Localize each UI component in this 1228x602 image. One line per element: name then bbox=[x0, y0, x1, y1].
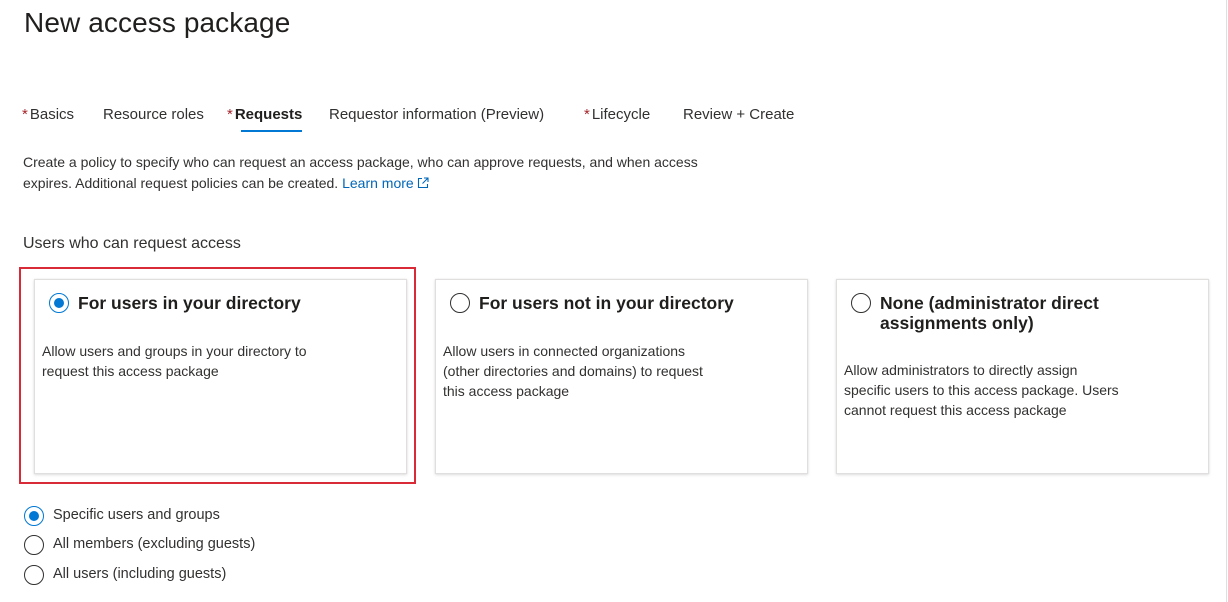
tab-requestor-information[interactable]: Requestor information (Preview) bbox=[329, 106, 544, 134]
card-desc-line: Allow users in connected organizations bbox=[443, 343, 686, 359]
radio-users-not-in-directory[interactable] bbox=[450, 293, 470, 313]
tab-label: Basics bbox=[29, 106, 75, 123]
tab-lifecycle[interactable]: * Lifecycle bbox=[584, 106, 650, 134]
card-title: None (administrator direct assignments o… bbox=[880, 293, 1190, 333]
tab-label: Resource roles bbox=[103, 106, 204, 123]
learn-more-link[interactable]: Learn more bbox=[342, 175, 429, 191]
description-line-1: Create a policy to specify who can reque… bbox=[23, 154, 698, 170]
card-title-line: None (administrator direct bbox=[880, 293, 1099, 313]
card-users-not-in-directory[interactable]: For users not in your directory Allow us… bbox=[435, 279, 808, 474]
card-users-in-directory[interactable]: For users in your directory Allow users … bbox=[34, 279, 407, 474]
page: New access package * Basics Resource role… bbox=[0, 0, 1228, 602]
card-title: For users not in your directory bbox=[479, 293, 734, 313]
radio-users-in-directory[interactable] bbox=[49, 293, 69, 313]
required-marker: * bbox=[22, 106, 28, 123]
tab-basics[interactable]: * Basics bbox=[22, 106, 74, 134]
card-desc-line: request this access package bbox=[42, 363, 219, 379]
external-link-icon bbox=[417, 174, 429, 195]
radio-none-admin-assignments[interactable] bbox=[851, 293, 871, 313]
card-desc-line: specific users to this access package. U… bbox=[844, 382, 1119, 398]
tab-label: Lifecycle bbox=[591, 106, 651, 123]
active-tab-indicator bbox=[241, 130, 303, 132]
radio-all-users[interactable] bbox=[24, 565, 44, 585]
option-label: Specific users and groups bbox=[53, 507, 220, 523]
tab-label: Requests bbox=[234, 106, 303, 123]
option-label: All users (including guests) bbox=[53, 566, 227, 582]
card-description: Allow users and groups in your directory… bbox=[42, 341, 342, 381]
card-desc-line: cannot request this access package bbox=[844, 402, 1067, 418]
panel-edge bbox=[1226, 0, 1227, 602]
tab-resource-roles[interactable]: Resource roles bbox=[103, 106, 204, 134]
card-title: For users in your directory bbox=[78, 293, 301, 313]
card-title-line: assignments only) bbox=[880, 313, 1034, 333]
required-marker: * bbox=[227, 106, 233, 123]
description-line-2: expires. Additional request policies can… bbox=[23, 175, 339, 191]
card-description: Allow administrators to directly assign … bbox=[844, 360, 1144, 420]
description-line-2-wrap: expires. Additional request policies can… bbox=[23, 173, 763, 195]
section-heading: Users who can request access bbox=[23, 235, 241, 252]
card-desc-line: this access package bbox=[443, 383, 570, 399]
card-desc-line: (other directories and domains) to reque… bbox=[443, 363, 703, 379]
card-description: Allow users in connected organizations (… bbox=[443, 341, 743, 401]
tab-review-create[interactable]: Review + Create bbox=[683, 106, 794, 134]
card-desc-line: Allow administrators to directly assign bbox=[844, 362, 1078, 378]
learn-more-label: Learn more bbox=[342, 175, 414, 191]
option-label: All members (excluding guests) bbox=[53, 536, 256, 552]
required-marker: * bbox=[584, 106, 590, 123]
tab-requests[interactable]: * Requests bbox=[227, 106, 303, 134]
radio-specific-users-and-groups[interactable] bbox=[24, 506, 44, 526]
card-none-admin-assignments[interactable]: None (administrator direct assignments o… bbox=[836, 279, 1209, 474]
tab-label: Review + Create bbox=[683, 106, 795, 123]
page-title: New access package bbox=[24, 7, 291, 38]
radio-all-members[interactable] bbox=[24, 535, 44, 555]
card-desc-line: Allow users and groups in your directory… bbox=[42, 343, 307, 359]
policy-description: Create a policy to specify who can reque… bbox=[23, 152, 763, 195]
tab-label: Requestor information (Preview) bbox=[329, 106, 545, 123]
